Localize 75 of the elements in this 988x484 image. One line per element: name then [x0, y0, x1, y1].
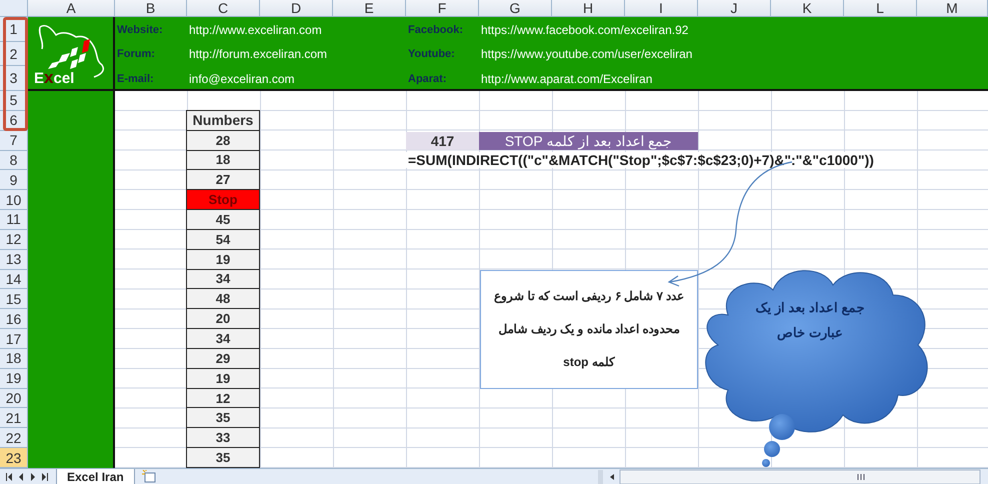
- cloud-text: عبارت خاص: [777, 325, 843, 340]
- new-sheet-icon[interactable]: [140, 470, 157, 484]
- link-label: Forum:: [116, 48, 156, 60]
- column-heading: Numbers: [186, 110, 260, 131]
- previous-sheet-icon[interactable]: [18, 473, 24, 481]
- title-cell: جمع اعداد بعد از کلمه STOP: [479, 132, 698, 150]
- link-url[interactable]: https://www.facebook.com/exceliran.92: [479, 22, 771, 36]
- number-cell: 19: [186, 368, 260, 389]
- result-cell: 417: [406, 132, 479, 150]
- column-header[interactable]: E: [333, 0, 406, 17]
- next-sheet-icon[interactable]: [30, 473, 36, 481]
- number-cell: 33: [186, 427, 260, 448]
- number-cell: Stop: [186, 189, 260, 210]
- number-cell: 20: [186, 308, 260, 330]
- row-header[interactable]: 10: [0, 190, 28, 210]
- column-header[interactable]: I: [625, 0, 698, 17]
- column-header[interactable]: F: [406, 0, 479, 17]
- cloud-text: جمع اعداد بعد از یک: [755, 300, 865, 315]
- row-header[interactable]: 11: [0, 210, 28, 230]
- row-header[interactable]: 23: [0, 448, 28, 468]
- number-cell: 34: [186, 328, 260, 349]
- column-header[interactable]: H: [552, 0, 625, 17]
- number-cell: 12: [186, 388, 260, 408]
- link-label: Aparat:: [407, 72, 448, 84]
- formula-text: =SUM(INDIRECT(("c"&MATCH("Stop";$c$7:$c$23;0)+7)&":"&"c1000")): [406, 152, 874, 168]
- number-cell: 45: [186, 209, 260, 230]
- number-cell: 29: [186, 348, 260, 369]
- row-header[interactable]: 9: [0, 170, 28, 190]
- note-text: کلمه stop: [563, 354, 615, 369]
- number-cell: 19: [186, 248, 260, 270]
- number-cell: 35: [186, 407, 260, 428]
- link-label: Facebook:: [407, 24, 464, 36]
- row-header[interactable]: 17: [0, 329, 28, 349]
- column-header[interactable]: L: [844, 0, 917, 17]
- logo: Excel: [32, 21, 110, 87]
- number-cell: 35: [186, 447, 260, 468]
- link-url[interactable]: info@exceliran.com: [187, 72, 406, 86]
- column-header[interactable]: J: [698, 0, 771, 17]
- number-cell: 54: [186, 228, 260, 250]
- link-label: Youtube:: [407, 48, 456, 60]
- number-cell: 18: [186, 150, 260, 170]
- column-header[interactable]: M: [917, 0, 988, 17]
- link-label: E-mail:: [116, 72, 155, 84]
- row-header[interactable]: 22: [0, 428, 28, 448]
- link-url[interactable]: http://forum.exceliran.com: [187, 47, 406, 61]
- link-label: Website:: [116, 24, 164, 36]
- number-cell: 48: [186, 288, 260, 310]
- column-header[interactable]: A: [28, 0, 115, 17]
- column-header[interactable]: C: [187, 0, 260, 17]
- link-url[interactable]: http://www.exceliran.com: [187, 22, 406, 36]
- column-header[interactable]: D: [260, 0, 333, 17]
- row-header[interactable]: 14: [0, 270, 28, 290]
- row-header[interactable]: 20: [0, 388, 28, 408]
- column-header[interactable]: G: [479, 0, 552, 17]
- link-url[interactable]: https://www.youtube.com/user/exceliran: [479, 47, 771, 61]
- previous-sheet-icon[interactable]: [6, 473, 12, 481]
- row-header[interactable]: 21: [0, 408, 28, 428]
- number-cell: 28: [186, 130, 260, 151]
- next-sheet-icon[interactable]: [42, 473, 48, 481]
- sheet-tab[interactable]: Excel Iran: [56, 469, 135, 484]
- row-header[interactable]: 18: [0, 348, 28, 369]
- column-header[interactable]: K: [771, 0, 844, 17]
- number-cell: 27: [186, 169, 260, 190]
- row-header[interactable]: 7: [0, 130, 28, 151]
- note-text: عدد ۷ شامل ۶ ردیفی است که تا شروع: [494, 289, 684, 304]
- row-header[interactable]: 15: [0, 289, 28, 310]
- row-header[interactable]: 16: [0, 309, 28, 330]
- number-cell: 34: [186, 268, 260, 290]
- row-header[interactable]: 19: [0, 368, 28, 389]
- row-header[interactable]: 13: [0, 250, 28, 270]
- row-header[interactable]: 8: [0, 150, 28, 170]
- note-text: محدوده اعداد مانده و یک ردیف شامل: [498, 322, 680, 336]
- column-header[interactable]: B: [115, 0, 187, 17]
- row-header[interactable]: 12: [0, 230, 28, 250]
- link-url[interactable]: http://www.aparat.com/Exceliran: [479, 72, 771, 86]
